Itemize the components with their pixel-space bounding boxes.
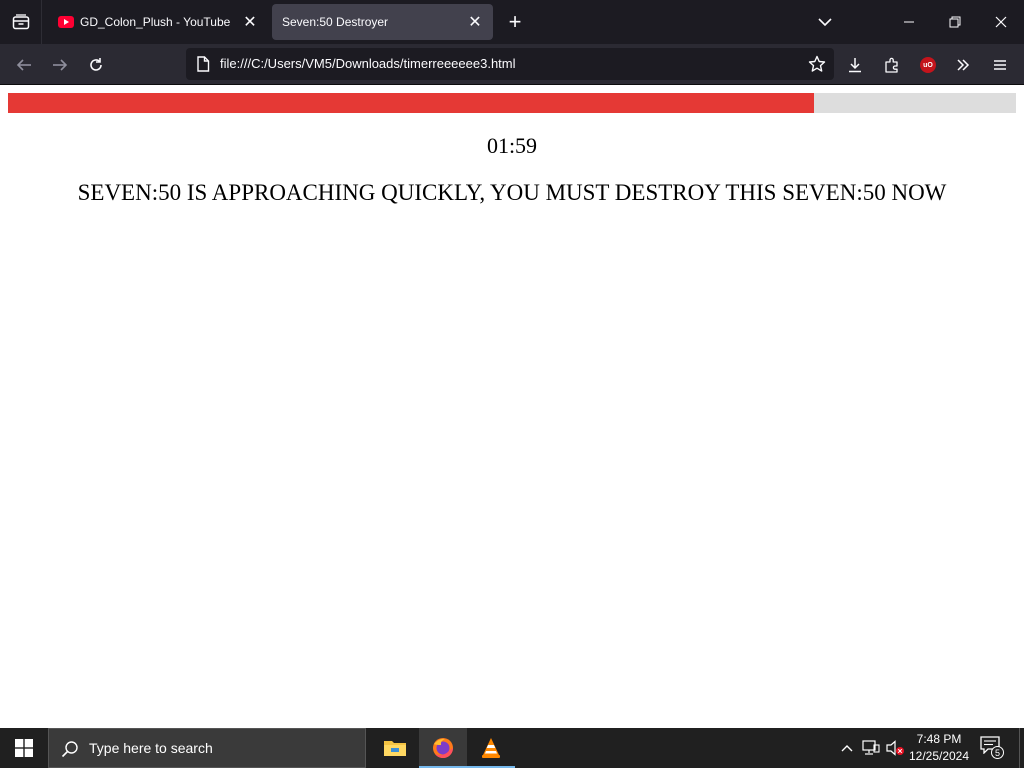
- timer-progress-bar: [8, 93, 1016, 113]
- close-window-button[interactable]: [978, 0, 1024, 44]
- tab-seven50-destroyer[interactable]: Seven:50 Destroyer ✕: [272, 4, 493, 40]
- clock-time: 7:48 PM: [916, 732, 962, 746]
- address-bar[interactable]: file:///C:/Users/VM5/Downloads/timerreee…: [186, 48, 834, 80]
- double-chevron-icon[interactable]: [950, 52, 976, 78]
- url-text[interactable]: file:///C:/Users/VM5/Downloads/timerreee…: [220, 56, 516, 71]
- download-icon[interactable]: [842, 52, 868, 78]
- tab-title: GD_Colon_Plush - YouTube: [80, 15, 231, 29]
- tab-strip: GD_Colon_Plush - YouTube ✕ Seven:50 Dest…: [0, 0, 1024, 44]
- youtube-icon: [58, 16, 74, 28]
- plus-icon[interactable]: +: [502, 9, 528, 35]
- chevron-down-icon[interactable]: [812, 10, 838, 34]
- tab-list-icon[interactable]: [0, 0, 42, 44]
- notification-center-icon[interactable]: 5: [980, 736, 1004, 760]
- arrow-right-icon[interactable]: [46, 51, 74, 79]
- ublock-origin-icon[interactable]: uO: [915, 52, 941, 78]
- tab-youtube[interactable]: GD_Colon_Plush - YouTube ✕: [48, 4, 268, 40]
- chevron-up-icon[interactable]: [836, 728, 858, 768]
- show-desktop-button[interactable]: [1019, 728, 1024, 768]
- countdown-timer: 01:59: [486, 133, 538, 158]
- taskbar-search-box[interactable]: Type here to search: [48, 728, 366, 768]
- warning-message: SEVEN:50 IS APPROACHING QUICKLY, YOU MUS…: [77, 180, 947, 205]
- arrow-left-icon[interactable]: [10, 51, 38, 79]
- close-icon[interactable]: ✕: [238, 10, 262, 34]
- timer-progress-fill: [8, 93, 815, 113]
- taskbar-clock[interactable]: 7:48 PM 12/25/2024: [904, 731, 974, 765]
- network-icon[interactable]: [860, 728, 882, 768]
- hamburger-icon[interactable]: [987, 52, 1013, 78]
- vlc-icon[interactable]: [467, 728, 515, 768]
- close-icon[interactable]: ✕: [463, 10, 487, 34]
- firefox-icon[interactable]: [419, 728, 467, 768]
- ublock-label: uO: [920, 57, 936, 73]
- reload-icon[interactable]: [82, 51, 110, 79]
- puzzle-icon[interactable]: [879, 52, 905, 78]
- restore-button[interactable]: [932, 0, 978, 44]
- file-explorer-icon[interactable]: [371, 728, 419, 768]
- navigation-toolbar: file:///C:/Users/VM5/Downloads/timerreee…: [0, 44, 1024, 85]
- search-icon: [61, 740, 79, 763]
- page-icon: [196, 56, 210, 77]
- volume-muted-icon[interactable]: [884, 728, 906, 768]
- taskbar: Type here to search 7:48 PM 12/25/2024 5: [0, 728, 1024, 768]
- search-placeholder: Type here to search: [89, 740, 213, 756]
- tab-title: Seven:50 Destroyer: [282, 15, 389, 29]
- star-icon[interactable]: [806, 53, 828, 75]
- notification-count: 5: [991, 746, 1004, 759]
- windows-start-icon[interactable]: [0, 728, 48, 768]
- minimize-button[interactable]: [886, 0, 932, 44]
- clock-date: 12/25/2024: [908, 749, 970, 763]
